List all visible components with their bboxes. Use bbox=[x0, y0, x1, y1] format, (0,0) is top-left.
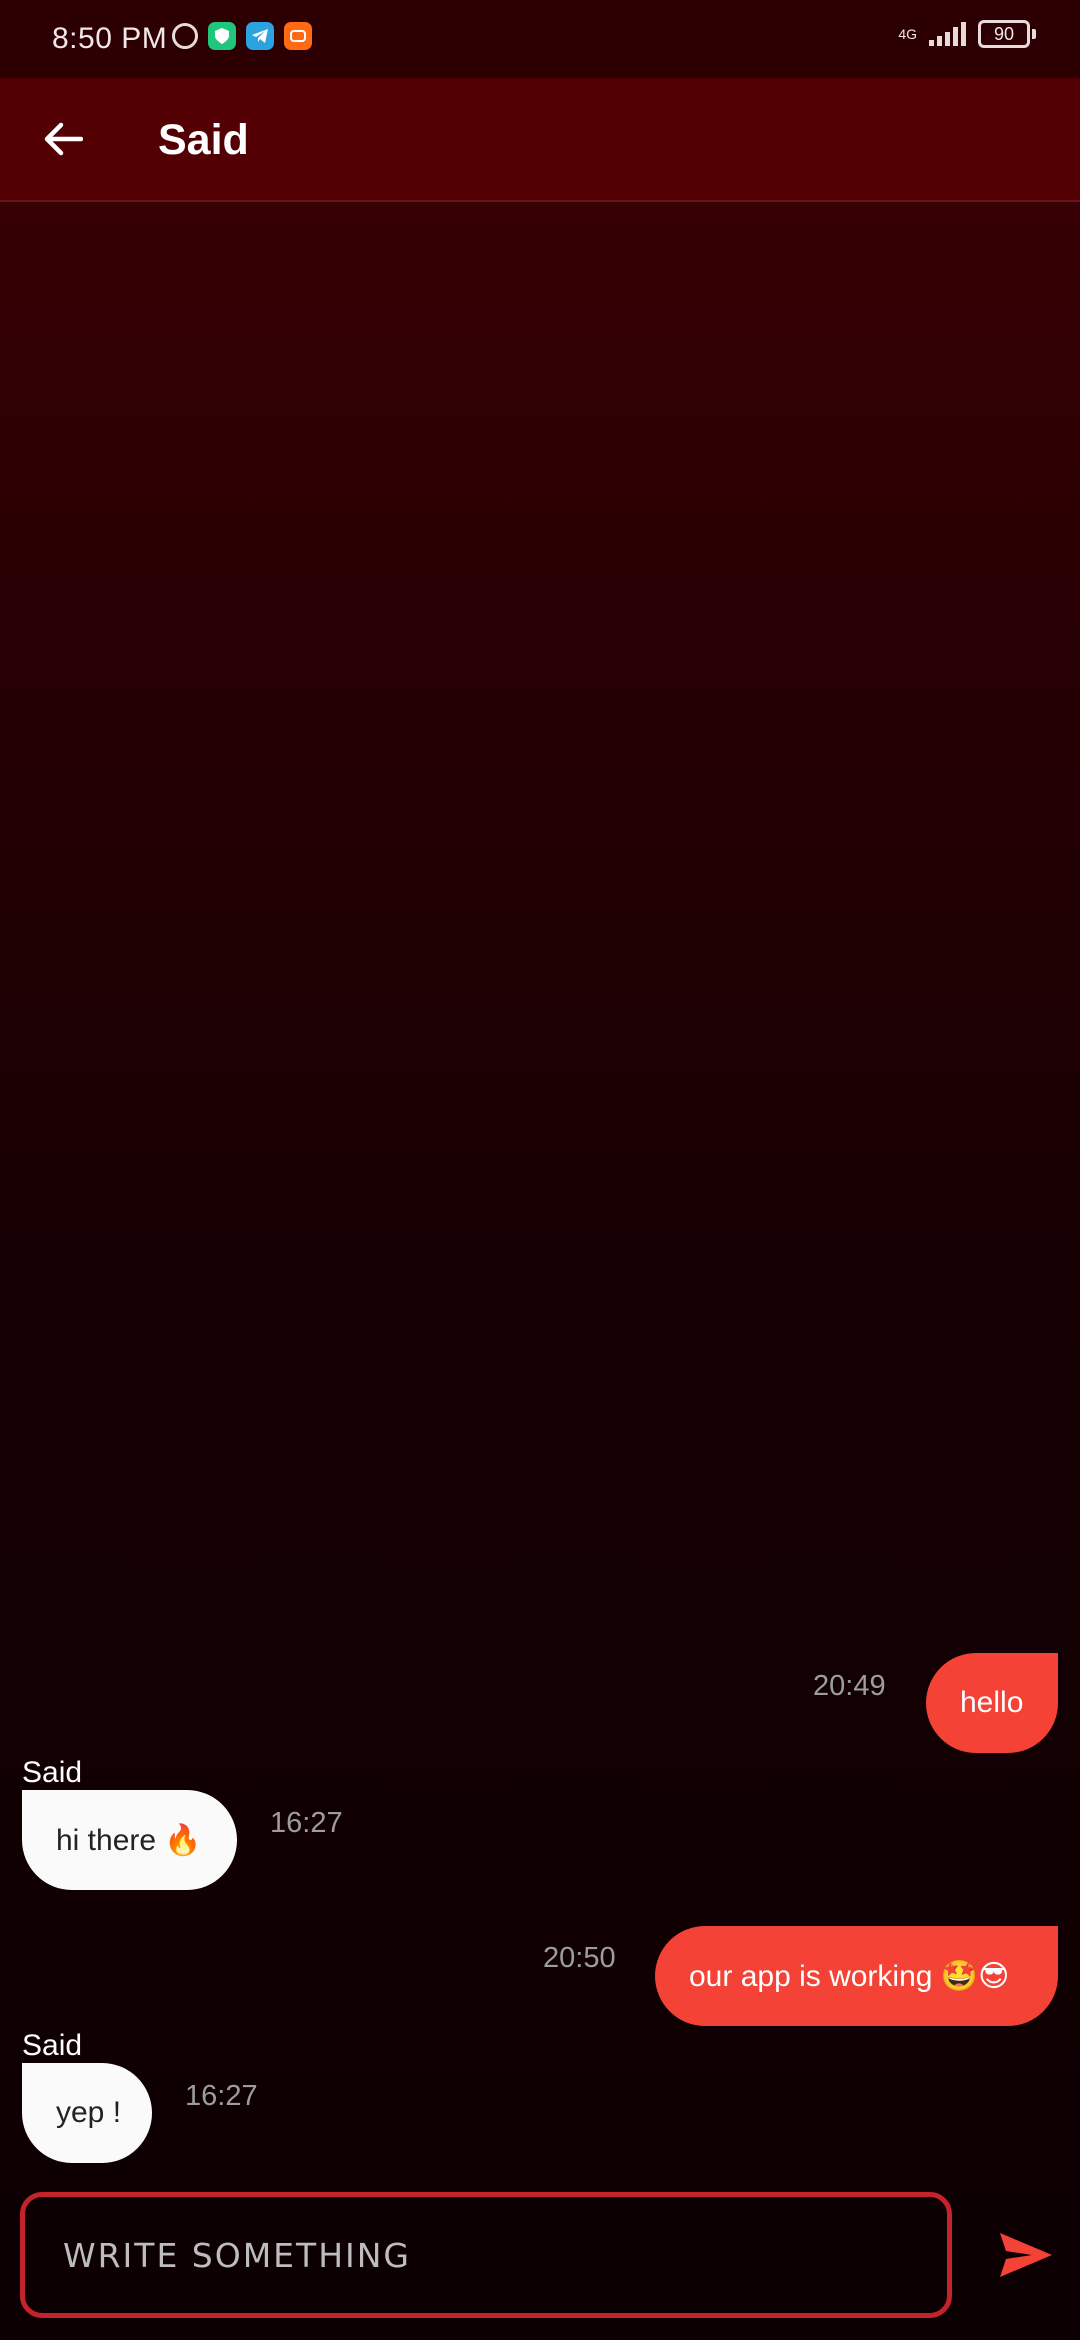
signal-icon bbox=[929, 22, 966, 46]
battery-icon: 90 bbox=[978, 20, 1036, 48]
message-input[interactable] bbox=[25, 2197, 947, 2313]
status-time: 8:50 PM bbox=[52, 22, 168, 55]
message-sender: Said bbox=[22, 2029, 83, 2062]
chat-header: Said bbox=[0, 78, 1080, 202]
send-icon bbox=[1000, 2233, 1052, 2277]
shield-app-icon bbox=[208, 22, 236, 50]
status-bar: 8:50 PM 4G 90 bbox=[0, 0, 1080, 78]
alarm-icon bbox=[172, 23, 198, 49]
chat-title: Said bbox=[158, 116, 249, 164]
message-sender: Said bbox=[22, 1756, 83, 1789]
back-button[interactable] bbox=[36, 112, 90, 166]
message-time: 16:27 bbox=[270, 1807, 343, 1839]
notification-icons bbox=[172, 22, 312, 50]
sent-message-bubble[interactable]: our app is working 🤩😎 bbox=[655, 1926, 1058, 2026]
network-label: 4G bbox=[898, 26, 917, 42]
message-time: 16:27 bbox=[185, 2080, 258, 2112]
mi-app-icon bbox=[284, 22, 312, 50]
telegram-icon bbox=[246, 22, 274, 50]
arrow-left-icon bbox=[44, 122, 83, 156]
received-message-bubble[interactable]: hi there 🔥 bbox=[22, 1790, 237, 1890]
system-status: 4G 90 bbox=[898, 20, 1036, 48]
received-message-bubble[interactable]: yep ! bbox=[22, 2063, 152, 2163]
sent-message-bubble[interactable]: hello bbox=[926, 1653, 1058, 1753]
message-time: 20:49 bbox=[813, 1670, 886, 1702]
send-button[interactable] bbox=[996, 2228, 1056, 2282]
message-input-container bbox=[20, 2192, 952, 2318]
message-time: 20:50 bbox=[543, 1942, 616, 1974]
